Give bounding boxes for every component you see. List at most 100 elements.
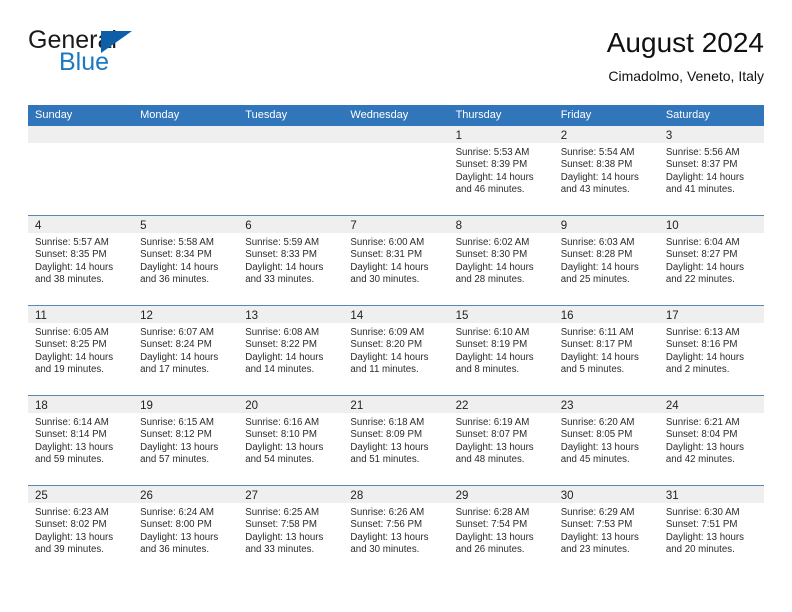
day-number-band: 8 <box>448 216 554 233</box>
calendar-day-cell[interactable]: 21 Sunrise: 6:18 AM Sunset: 8:09 PM Dayl… <box>343 396 449 485</box>
calendar-day-cell[interactable] <box>133 126 239 215</box>
sunset-text: Sunset: 8:24 PM <box>140 339 212 351</box>
sunrise-text: Sunrise: 5:56 AM <box>665 147 740 158</box>
calendar-day-cell[interactable]: 2 Sunrise: 5:54 AM Sunset: 8:38 PM Dayli… <box>553 126 659 215</box>
calendar-day-cell[interactable]: 3 Sunrise: 5:56 AM Sunset: 8:37 PM Dayli… <box>658 126 764 215</box>
day-number-band: 27 <box>238 486 344 503</box>
day-info <box>238 143 343 147</box>
calendar-day-cell[interactable]: 15 Sunrise: 6:10 AM Sunset: 8:19 PM Dayl… <box>448 306 554 395</box>
page-header: General Blue August 2024 Cimadolmo, Vene… <box>28 26 764 98</box>
day-number: 8 <box>455 220 462 232</box>
day-info: Sunrise: 6:07 AM Sunset: 8:24 PM Dayligh… <box>133 323 238 377</box>
calendar-day-cell[interactable]: 20 Sunrise: 6:16 AM Sunset: 8:10 PM Dayl… <box>238 396 344 485</box>
sunset-text: Sunset: 8:30 PM <box>455 249 528 261</box>
day-info: Sunrise: 6:15 AM Sunset: 8:12 PM Dayligh… <box>133 413 238 467</box>
day-info: Sunrise: 6:00 AM Sunset: 8:31 PM Dayligh… <box>343 233 448 287</box>
day-info: Sunrise: 6:25 AM Sunset: 7:58 PM Dayligh… <box>238 503 343 557</box>
day-number-band: 19 <box>133 396 239 413</box>
calendar-day-cell[interactable]: 31 Sunrise: 6:30 AM Sunset: 7:51 PM Dayl… <box>658 486 764 575</box>
calendar-day-cell[interactable]: 27 Sunrise: 6:25 AM Sunset: 7:58 PM Dayl… <box>238 486 344 575</box>
calendar-week-row: 11 Sunrise: 6:05 AM Sunset: 8:25 PM Dayl… <box>28 305 764 395</box>
calendar-day-cell[interactable]: 17 Sunrise: 6:13 AM Sunset: 8:16 PM Dayl… <box>658 306 764 395</box>
day-info: Sunrise: 5:54 AM Sunset: 8:38 PM Dayligh… <box>554 143 659 197</box>
day-number-band: 13 <box>238 306 344 323</box>
calendar-day-cell[interactable]: 24 Sunrise: 6:21 AM Sunset: 8:04 PM Dayl… <box>658 396 764 485</box>
day-number-band: 26 <box>133 486 239 503</box>
day-number: 10 <box>665 220 679 232</box>
calendar-week-row: 4 Sunrise: 5:57 AM Sunset: 8:35 PM Dayli… <box>28 215 764 305</box>
calendar-day-cell[interactable]: 28 Sunrise: 6:26 AM Sunset: 7:56 PM Dayl… <box>343 486 449 575</box>
day-info: Sunrise: 6:09 AM Sunset: 8:20 PM Dayligh… <box>343 323 448 377</box>
calendar-day-cell[interactable]: 18 Sunrise: 6:14 AM Sunset: 8:14 PM Dayl… <box>28 396 134 485</box>
sunrise-text: Sunrise: 5:57 AM <box>35 237 109 248</box>
calendar-week-row: 1 Sunrise: 5:53 AM Sunset: 8:39 PM Dayli… <box>28 126 764 215</box>
day-info: Sunrise: 6:18 AM Sunset: 8:09 PM Dayligh… <box>343 413 448 467</box>
sunset-text: Sunset: 8:04 PM <box>665 429 738 441</box>
sunset-text: Sunset: 8:16 PM <box>665 339 738 351</box>
day-info: Sunrise: 6:05 AM Sunset: 8:25 PM Dayligh… <box>28 323 133 377</box>
calendar-day-cell[interactable]: 11 Sunrise: 6:05 AM Sunset: 8:25 PM Dayl… <box>28 306 134 395</box>
day-info: Sunrise: 6:19 AM Sunset: 8:07 PM Dayligh… <box>449 413 554 467</box>
day-number: 20 <box>245 400 259 412</box>
daylight-text: Daylight: 14 hours and 43 minutes. <box>560 171 639 196</box>
day-number-band: 6 <box>238 216 344 233</box>
calendar-day-cell[interactable]: 10 Sunrise: 6:04 AM Sunset: 8:27 PM Dayl… <box>658 216 764 305</box>
day-info: Sunrise: 6:29 AM Sunset: 7:53 PM Dayligh… <box>554 503 659 557</box>
calendar-day-cell[interactable]: 14 Sunrise: 6:09 AM Sunset: 8:20 PM Dayl… <box>343 306 449 395</box>
calendar-day-cell[interactable]: 29 Sunrise: 6:28 AM Sunset: 7:54 PM Dayl… <box>448 486 554 575</box>
daylight-text: Daylight: 14 hours and 5 minutes. <box>560 351 639 376</box>
sunset-text: Sunset: 8:35 PM <box>35 249 107 261</box>
day-number: 27 <box>245 490 259 502</box>
day-number-band: 10 <box>658 216 764 233</box>
weekday-header-wednesday: Wednesday <box>350 109 409 121</box>
calendar-day-cell[interactable]: 13 Sunrise: 6:08 AM Sunset: 8:22 PM Dayl… <box>238 306 344 395</box>
calendar-day-cell[interactable]: 19 Sunrise: 6:15 AM Sunset: 8:12 PM Dayl… <box>133 396 239 485</box>
sunrise-text: Sunrise: 6:28 AM <box>455 507 530 518</box>
day-info <box>28 143 133 147</box>
calendar-day-cell[interactable]: 8 Sunrise: 6:02 AM Sunset: 8:30 PM Dayli… <box>448 216 554 305</box>
day-info: Sunrise: 6:28 AM Sunset: 7:54 PM Dayligh… <box>449 503 554 557</box>
day-number-band: 18 <box>28 396 134 413</box>
calendar-day-cell[interactable]: 16 Sunrise: 6:11 AM Sunset: 8:17 PM Dayl… <box>553 306 659 395</box>
calendar-day-cell[interactable] <box>238 126 344 215</box>
day-number: 18 <box>35 400 48 412</box>
general-blue-logo[interactable]: General Blue <box>28 26 258 88</box>
sunrise-text: Sunrise: 6:30 AM <box>665 507 740 518</box>
calendar-day-cell[interactable] <box>343 126 449 215</box>
calendar-day-cell[interactable] <box>28 126 134 215</box>
calendar-day-cell[interactable]: 1 Sunrise: 5:53 AM Sunset: 8:39 PM Dayli… <box>448 126 554 215</box>
day-info <box>133 143 238 147</box>
day-info: Sunrise: 6:13 AM Sunset: 8:16 PM Dayligh… <box>659 323 764 377</box>
sunset-text: Sunset: 8:38 PM <box>560 159 633 171</box>
calendar-day-cell[interactable]: 22 Sunrise: 6:19 AM Sunset: 8:07 PM Dayl… <box>448 396 554 485</box>
day-number-band: 16 <box>553 306 659 323</box>
weekday-header-tuesday: Tuesday <box>245 109 288 121</box>
daylight-text: Daylight: 14 hours and 46 minutes. <box>455 171 534 196</box>
calendar-day-cell[interactable]: 26 Sunrise: 6:24 AM Sunset: 8:00 PM Dayl… <box>133 486 239 575</box>
sunset-text: Sunset: 7:56 PM <box>350 519 423 531</box>
calendar-day-cell[interactable]: 7 Sunrise: 6:00 AM Sunset: 8:31 PM Dayli… <box>343 216 449 305</box>
day-info: Sunrise: 6:02 AM Sunset: 8:30 PM Dayligh… <box>449 233 554 287</box>
daylight-text: Daylight: 13 hours and 20 minutes. <box>665 531 744 556</box>
sunrise-text: Sunrise: 6:26 AM <box>350 507 425 518</box>
calendar-day-cell[interactable]: 23 Sunrise: 6:20 AM Sunset: 8:05 PM Dayl… <box>553 396 659 485</box>
day-number: 30 <box>560 490 574 502</box>
day-number: 9 <box>560 220 568 232</box>
sunset-text: Sunset: 8:22 PM <box>245 339 317 351</box>
calendar-day-cell[interactable]: 25 Sunrise: 6:23 AM Sunset: 8:02 PM Dayl… <box>28 486 134 575</box>
sunrise-text: Sunrise: 6:19 AM <box>455 417 530 428</box>
day-number: 17 <box>665 310 679 322</box>
daylight-text: Daylight: 14 hours and 14 minutes. <box>245 351 324 376</box>
calendar-day-cell[interactable]: 4 Sunrise: 5:57 AM Sunset: 8:35 PM Dayli… <box>28 216 134 305</box>
sunrise-text: Sunrise: 6:11 AM <box>560 327 634 338</box>
day-info: Sunrise: 5:58 AM Sunset: 8:34 PM Dayligh… <box>133 233 238 287</box>
calendar-day-cell[interactable]: 5 Sunrise: 5:58 AM Sunset: 8:34 PM Dayli… <box>133 216 239 305</box>
sunset-text: Sunset: 8:12 PM <box>140 429 212 441</box>
day-info: Sunrise: 6:26 AM Sunset: 7:56 PM Dayligh… <box>343 503 448 557</box>
calendar-day-cell[interactable]: 12 Sunrise: 6:07 AM Sunset: 8:24 PM Dayl… <box>133 306 239 395</box>
calendar-day-cell[interactable]: 30 Sunrise: 6:29 AM Sunset: 7:53 PM Dayl… <box>553 486 659 575</box>
calendar-day-cell[interactable]: 9 Sunrise: 6:03 AM Sunset: 8:28 PM Dayli… <box>553 216 659 305</box>
sunrise-text: Sunrise: 6:14 AM <box>35 417 109 428</box>
calendar-day-cell[interactable]: 6 Sunrise: 5:59 AM Sunset: 8:33 PM Dayli… <box>238 216 344 305</box>
day-number-band: 31 <box>658 486 764 503</box>
